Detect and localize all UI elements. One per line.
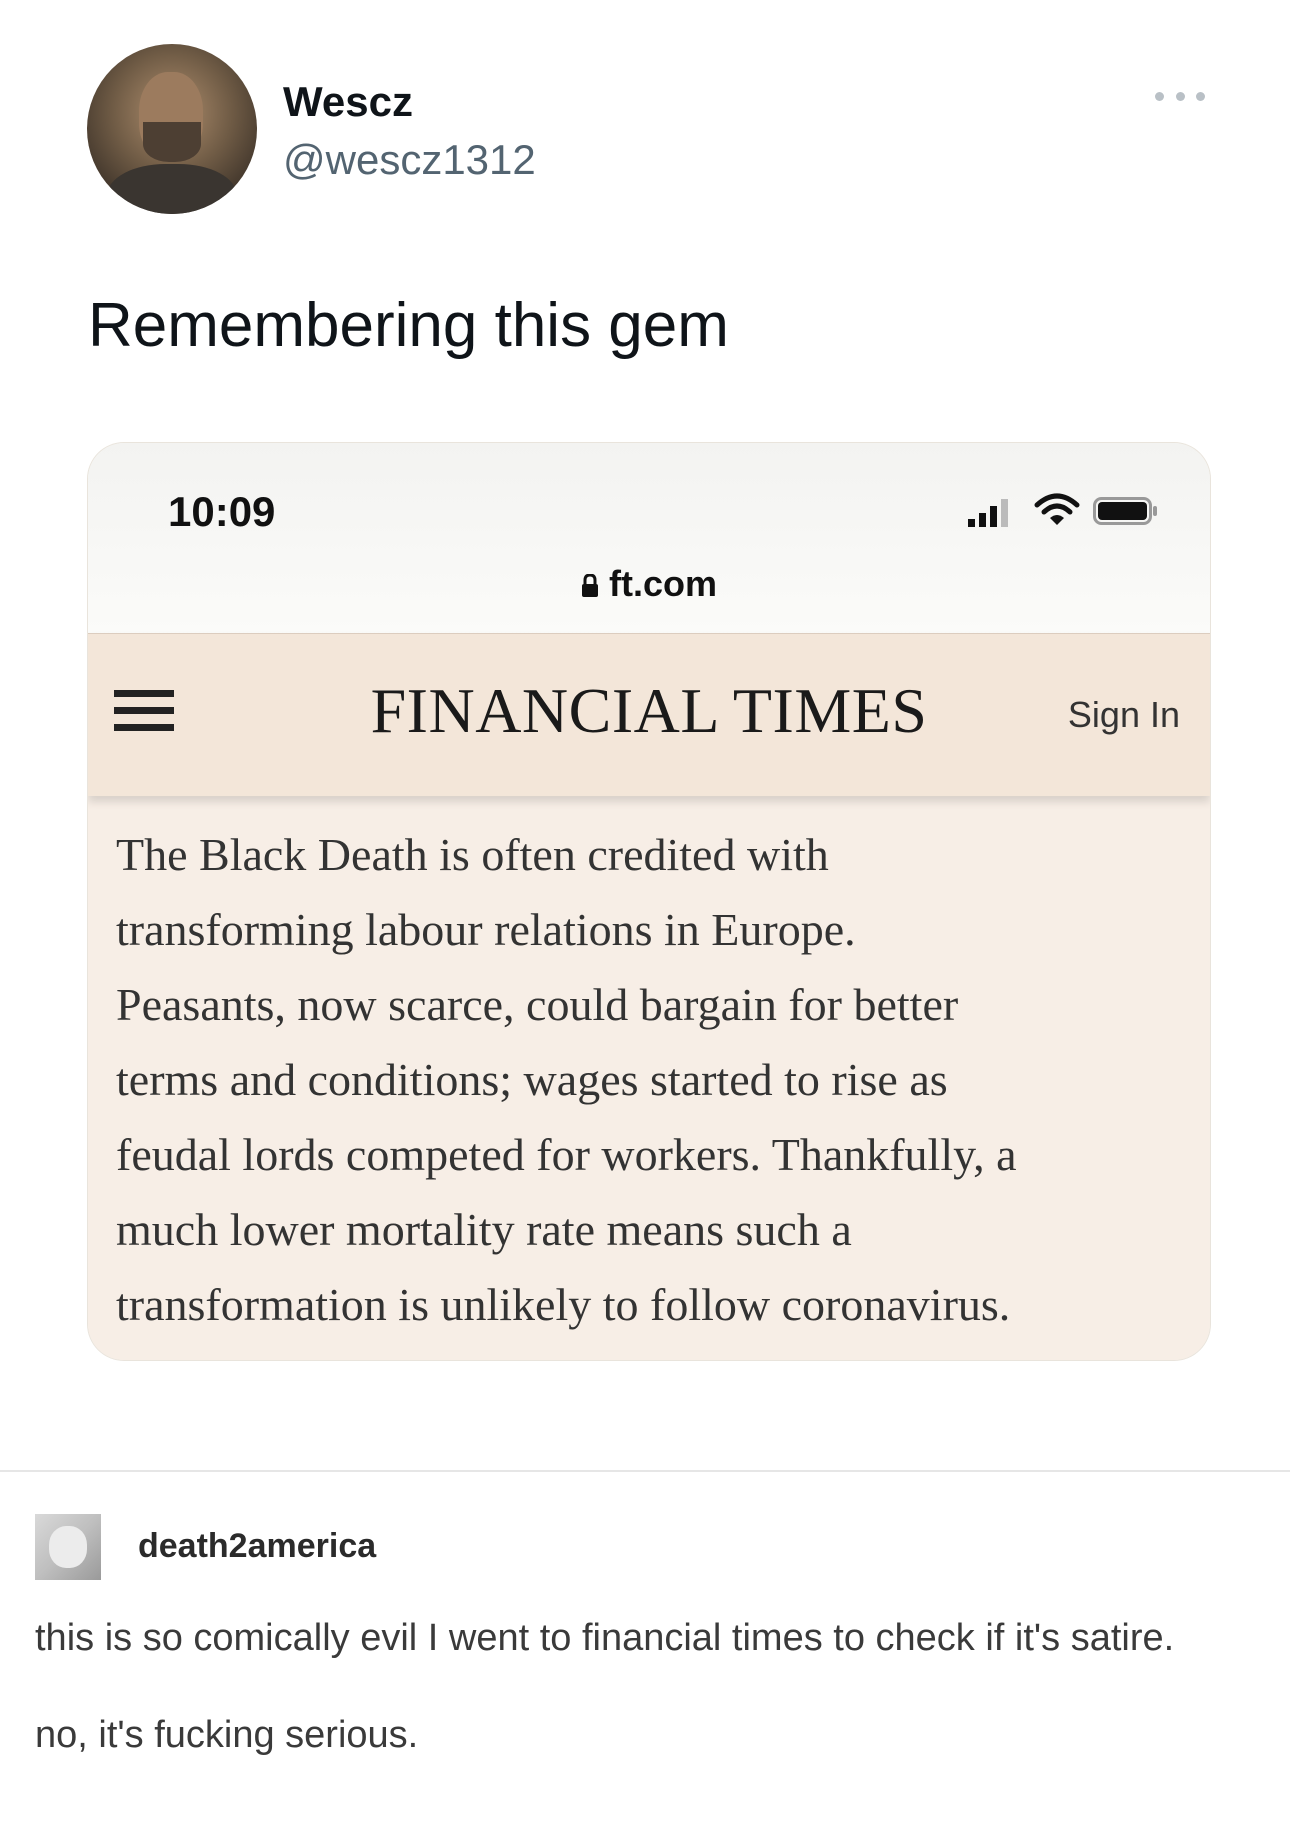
user-handle[interactable]: @wescz1312 [283, 136, 536, 184]
tweet-text: Remembering this gem [88, 291, 729, 360]
phone-status-bar: 10:09 ft.com [88, 443, 1210, 633]
article-text: The Black Death is often credited with t… [116, 817, 1191, 1342]
reblog-username[interactable]: death2america [138, 1527, 376, 1566]
avatar-dog [49, 1526, 87, 1568]
reblog-comment-line: this is so comically evil I went to fina… [35, 1617, 1175, 1659]
battery-icon [1093, 497, 1157, 525]
wifi-icon [1034, 493, 1080, 525]
user-avatar[interactable] [87, 44, 257, 214]
sign-in-link[interactable]: Sign In [1068, 694, 1180, 736]
display-name[interactable]: Wescz [283, 78, 413, 126]
article-line: terms and conditions; wages started to r… [116, 1054, 948, 1105]
url-bar[interactable]: ft.com [88, 563, 1210, 605]
lock-icon [582, 574, 598, 597]
more-horizontal-icon[interactable] [1155, 88, 1205, 104]
ft-logo[interactable]: FINANCIAL TIMES [88, 674, 1210, 748]
avatar-beard [143, 122, 201, 162]
url-text: ft.com [609, 563, 717, 604]
more-dot [1196, 91, 1205, 101]
article-line: transforming labour relations in Europe. [116, 904, 856, 955]
more-dot [1175, 91, 1185, 101]
article-body: The Black Death is often credited with t… [88, 795, 1210, 1360]
article-line: The Black Death is often credited with [116, 829, 829, 880]
more-dot [1155, 91, 1164, 101]
article-line: transformation is unlikely to follow cor… [116, 1279, 1011, 1330]
article-line: Peasants, now scarce, could bargain for … [116, 979, 959, 1030]
avatar-shoulders [107, 164, 237, 214]
reblog-comment-line: no, it's fucking serious. [35, 1714, 419, 1756]
signal-icon [968, 499, 1008, 527]
ft-header: FINANCIAL TIMES Sign In [88, 633, 1210, 796]
article-line: feudal lords competed for workers. Thank… [116, 1129, 1017, 1180]
status-time: 10:09 [168, 488, 276, 535]
reblog-avatar[interactable] [35, 1514, 101, 1580]
section-divider [0, 1470, 1290, 1472]
article-line: much lower mortality rate means such a [116, 1204, 852, 1255]
tweet-media-image[interactable]: 10:09 ft.com FINANCIAL TIMES Sign In The… [88, 443, 1210, 1360]
tweet: Wescz @wescz1312 Remembering this gem 10… [0, 0, 1290, 1470]
